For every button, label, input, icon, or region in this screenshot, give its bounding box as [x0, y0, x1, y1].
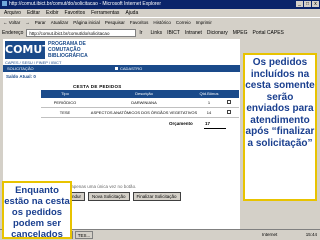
links-bar: Links IBICT Intranet Dicionary MPEG Port…: [150, 28, 283, 38]
home-button[interactable]: Página inicial: [73, 18, 100, 27]
go-button[interactable]: Ir: [139, 28, 142, 38]
col-tipo: Tipo: [61, 91, 69, 96]
menu-editar[interactable]: Editar: [27, 9, 40, 17]
clock: 15:44: [305, 232, 317, 237]
menu-exibir[interactable]: Exibir: [46, 9, 59, 17]
ie-icon: [2, 1, 7, 7]
toolbar: ← Voltar → Parar Atualizar Página inicia…: [0, 17, 320, 27]
row-checkbox[interactable]: [219, 98, 239, 107]
history-button[interactable]: Histórico: [153, 18, 171, 27]
forward-button[interactable]: →: [25, 18, 30, 27]
cart-table: Tipo Descrição Qtd.Bônus PERIÓDICO DARWI…: [41, 90, 239, 118]
link-mpeg[interactable]: MPEG: [233, 28, 248, 38]
maximize-button[interactable]: □: [304, 1, 311, 7]
minimize-button[interactable]: _: [296, 1, 303, 7]
budget-label: Orçamento: [169, 121, 193, 126]
table-row: TESE ASPECTOS ANATÔMICOS DOS ÓRGÃOS VEGE…: [41, 108, 239, 118]
new-request-button[interactable]: Nova Solicitação: [88, 192, 130, 201]
callout-finalize-note: Os pedidos incluídos na cesta somente se…: [243, 53, 317, 201]
cell-tipo: TESE: [59, 110, 71, 115]
address-bar: Endereço http://comut.ibict.br/comut/do/…: [0, 28, 320, 38]
action-buttons: Endur Nova Solicitação Finalizar Solicit…: [65, 192, 181, 201]
task-button[interactable]: TES...: [74, 231, 94, 239]
nav-solicitacao[interactable]: SOLICITAÇÃO: [7, 65, 34, 72]
cell-qtd: 1: [207, 100, 211, 105]
nav-cadastro[interactable]: CADASTRO: [115, 65, 142, 72]
window-title: http://comut.ibict.br/comut/do/solicitac…: [9, 1, 162, 7]
cart-title: CESTA DE PEDIDOS: [73, 84, 122, 89]
menu-ferramentas[interactable]: Ferramentas: [91, 9, 119, 17]
budget-row: Orçamento 17: [41, 119, 239, 129]
cell-qtd: 14: [206, 110, 212, 115]
refresh-button[interactable]: Atualizar: [51, 18, 69, 27]
internet-zone: Internet: [262, 232, 278, 237]
budget-value: 17: [204, 119, 226, 129]
back-button[interactable]: ← Voltar: [3, 18, 20, 27]
finalize-request-button[interactable]: Finalizar Solicitação: [132, 192, 181, 201]
col-select: [219, 90, 239, 98]
cell-tipo: PERIÓDICO: [53, 100, 77, 105]
menu-bar: Arquivo Editar Exibir Favoritos Ferramen…: [0, 9, 320, 17]
stop-button[interactable]: Parar: [35, 18, 46, 27]
program-name: PROGRAMA DE COMUTAÇÃO BIBLIOGRÁFICA: [48, 41, 88, 59]
col-descricao: Descrição: [135, 91, 153, 96]
window-controls: _ □ x: [296, 1, 319, 7]
site-nav: SOLICITAÇÃO CADASTRO: [3, 65, 240, 72]
address-input[interactable]: http://comut.ibict.br/comut/do/solicitac…: [26, 29, 137, 37]
callout-cancel-note: Enquanto estão na cesta os pedidos podem…: [2, 181, 72, 240]
mail-button[interactable]: Correio: [176, 18, 191, 27]
link-portal-capes[interactable]: Portal CAPES: [252, 28, 283, 38]
close-button[interactable]: x: [312, 1, 319, 7]
saldo-atual: Saldo Atual: 0: [6, 74, 36, 79]
link-ibict[interactable]: IBICT: [167, 28, 180, 38]
links-label: Links: [150, 30, 163, 36]
col-qtd: Qtd.Bônus: [199, 91, 219, 96]
print-button[interactable]: Imprimir: [196, 18, 212, 27]
menu-favoritos[interactable]: Favoritos: [65, 9, 86, 17]
address-label: Endereço: [2, 30, 24, 36]
cell-descricao: DARWINIANA: [131, 100, 157, 105]
comut-logo: COMUT: [5, 41, 50, 59]
search-button[interactable]: Pesquisar: [105, 18, 125, 27]
title-bar: http://comut.ibict.br/comut/do/solicitac…: [0, 0, 320, 9]
favorites-button[interactable]: Favoritos: [130, 18, 149, 27]
menu-ajuda[interactable]: Ajuda: [125, 9, 138, 17]
link-intranet[interactable]: Intranet: [185, 28, 202, 38]
menu-arquivo[interactable]: Arquivo: [4, 9, 21, 17]
row-checkbox[interactable]: [219, 108, 239, 117]
table-row: PERIÓDICO DARWINIANA 1: [41, 98, 239, 108]
cell-descricao: ASPECTOS ANATÔMICOS DOS ÓRGÃOS VEGETATIV…: [90, 110, 198, 115]
link-dicionary[interactable]: Dicionary: [207, 28, 228, 38]
table-header: Tipo Descrição Qtd.Bônus: [41, 90, 239, 98]
